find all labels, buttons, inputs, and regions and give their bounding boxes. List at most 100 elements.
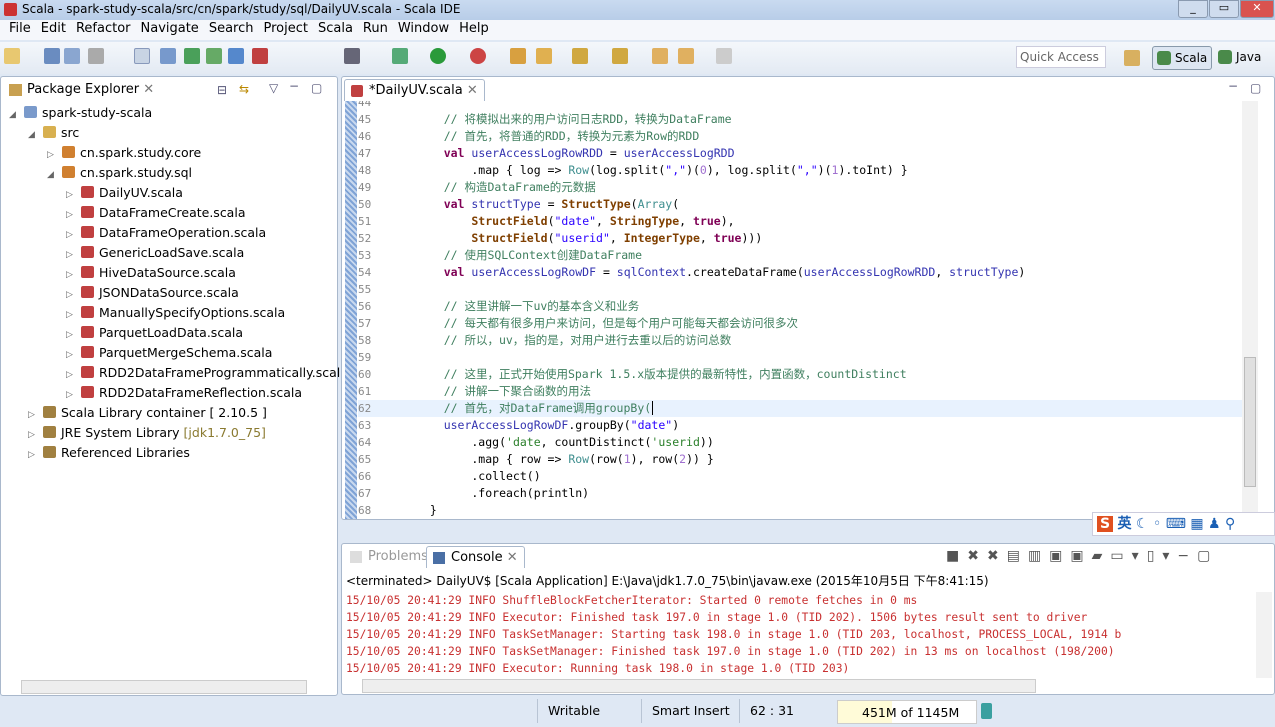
menu-edit[interactable]: Edit	[36, 20, 71, 40]
open-perspective-icon[interactable]	[1124, 50, 1140, 66]
close-button[interactable]: ✕	[1240, 0, 1274, 18]
tree-item[interactable]: ▷ JSONDataSource.scala	[1, 283, 337, 303]
maximize-console-icon[interactable]: ▢	[1197, 548, 1218, 564]
collapse-arrow-icon[interactable]: ◢	[47, 165, 59, 185]
horizontal-scrollbar[interactable]	[21, 680, 307, 694]
tree-item[interactable]: ▷ ParquetLoadData.scala	[1, 323, 337, 343]
code-area[interactable]: 44 45 // 将模拟出来的用户访问日志RDD，转换为DataFrame 46 /…	[342, 101, 1242, 519]
tree-item[interactable]: ▷ Referenced Libraries	[1, 443, 337, 463]
vertical-scrollbar[interactable]	[1242, 101, 1258, 519]
code-line[interactable]: .foreach(println)	[416, 485, 589, 502]
close-tab-icon[interactable]: ✕	[507, 550, 518, 565]
terminate-icon[interactable]: ■	[946, 548, 967, 564]
code-line[interactable]: val userAccessLogRowDF = sqlContext.crea…	[416, 264, 1026, 281]
expand-arrow-icon[interactable]: ▷	[28, 445, 40, 465]
expand-arrow-icon[interactable]: ▷	[66, 285, 78, 305]
expand-arrow-icon[interactable]: ▷	[66, 345, 78, 365]
skip-breakpoints-icon[interactable]	[344, 48, 360, 64]
heap-status[interactable]: 451M of 1145M	[837, 700, 977, 724]
last-edit-icon[interactable]	[652, 48, 668, 64]
expand-arrow-icon[interactable]: ▷	[66, 265, 78, 285]
expand-arrow-icon[interactable]: ▷	[66, 185, 78, 205]
insert-mode-status[interactable]: Smart Insert	[652, 703, 730, 718]
code-line[interactable]: .collect()	[416, 468, 540, 485]
tree-item[interactable]: ▷ ManuallySpecifyOptions.scala	[1, 303, 337, 323]
layout-icon[interactable]	[160, 48, 176, 64]
code-line[interactable]: userAccessLogRowDF.groupBy("date")	[416, 417, 679, 434]
code-line[interactable]: val userAccessLogRowRDD = userAccessLogR…	[416, 145, 735, 162]
console-horizontal-scrollbar[interactable]	[362, 679, 1036, 693]
expand-arrow-icon[interactable]: ▷	[28, 405, 40, 425]
tab-dailyuv-scala[interactable]: *DailyUV.scala ✕	[344, 79, 485, 101]
tree-item[interactable]: ▷ GenericLoadSave.scala	[1, 243, 337, 263]
new-object-icon[interactable]	[228, 48, 244, 64]
run-icon[interactable]	[430, 48, 446, 64]
console-output[interactable]: 15/10/05 20:41:29 INFO ShuffleBlockFetch…	[346, 592, 1121, 677]
minimize-editor-icon[interactable]: −	[1228, 79, 1238, 93]
expand-arrow-icon[interactable]: ▷	[66, 225, 78, 245]
expand-arrow-icon[interactable]: ▷	[28, 425, 40, 445]
pin-console-icon[interactable]: ▰	[1092, 548, 1111, 564]
print-icon[interactable]	[88, 48, 104, 64]
tree-item[interactable]: ▷ DailyUV.scala	[1, 183, 337, 203]
code-line[interactable]: // 这里讲解一下uv的基本含义和业务	[416, 298, 640, 315]
next-annotation-icon[interactable]	[572, 48, 588, 64]
menu-scala[interactable]: Scala	[313, 20, 358, 40]
code-line[interactable]: }	[416, 502, 437, 519]
tree-item[interactable]: ▷ Scala Library container [ 2.10.5 ]	[1, 403, 337, 423]
tree-item[interactable]: ▷ cn.spark.study.core	[1, 143, 337, 163]
clear-console-icon[interactable]: ▤	[1007, 548, 1028, 564]
new-icon[interactable]	[4, 48, 20, 64]
code-line[interactable]: // 将模拟出来的用户访问日志RDD，转换为DataFrame	[416, 111, 732, 128]
minimize-view-icon[interactable]: −	[289, 79, 299, 93]
garbage-collect-icon[interactable]	[981, 703, 992, 719]
tree-item[interactable]: ▷ JRE System Library [jdk1.7.0_75]	[1, 423, 337, 443]
expand-arrow-icon[interactable]: ▷	[66, 325, 78, 345]
tab-console[interactable]: Console ✕	[426, 546, 525, 568]
ime-mode[interactable]: 英	[1118, 516, 1132, 532]
menu-search[interactable]: Search	[204, 20, 259, 40]
menu-run[interactable]: Run	[358, 20, 393, 40]
maximize-view-icon[interactable]: ▢	[311, 81, 322, 95]
expand-arrow-icon[interactable]: ▷	[66, 305, 78, 325]
menu-help[interactable]: Help	[454, 20, 494, 40]
maximize-button[interactable]: ▭	[1209, 0, 1239, 18]
collapse-arrow-icon[interactable]: ◢	[9, 105, 21, 125]
forward-icon[interactable]	[716, 48, 732, 64]
link-editor-icon[interactable]: ⇆	[239, 82, 249, 96]
menu-project[interactable]: Project	[258, 20, 312, 40]
close-tab-icon[interactable]: ✕	[467, 83, 478, 98]
close-tab-icon[interactable]: ✕	[143, 82, 154, 97]
ime-toolbar[interactable]: S 英 ☾ ◦ ⌨ ▦ ♟ ⚲	[1092, 512, 1275, 536]
remove-all-icon[interactable]: ✖	[987, 548, 1007, 564]
console-vertical-scrollbar[interactable]	[1256, 592, 1272, 678]
expand-arrow-icon[interactable]: ▷	[66, 365, 78, 385]
save-icon[interactable]	[44, 48, 60, 64]
new-class-icon[interactable]	[206, 48, 222, 64]
display-console-icon[interactable]: ▭▾	[1110, 548, 1146, 564]
code-line[interactable]: .map { row => Row(row(1), row(2)) }	[416, 451, 713, 468]
tree-item[interactable]: ▷ DataFrameOperation.scala	[1, 223, 337, 243]
code-line[interactable]: // 这里，正式开始使用Spark 1.5.x版本提供的最新特性，内置函数，co…	[416, 366, 907, 383]
expand-arrow-icon[interactable]: ▷	[66, 385, 78, 405]
code-line[interactable]: // 首先，对DataFrame调用groupBy(​	[416, 400, 654, 417]
open-console-icon[interactable]: ▯▾	[1147, 548, 1178, 564]
save-all-icon[interactable]	[64, 48, 80, 64]
code-line[interactable]: // 讲解一下聚合函数的用法	[416, 383, 591, 400]
open-type-icon[interactable]	[510, 48, 526, 64]
new-scala-icon[interactable]	[184, 48, 200, 64]
search-icon[interactable]	[536, 48, 552, 64]
code-line[interactable]: StructField("userid", IntegerType, true)…	[416, 230, 762, 247]
code-line[interactable]: // 每天都有很多用户来访问，但是每个用户可能每天都会访问很多次	[416, 315, 798, 332]
tree-item[interactable]: ◢ cn.spark.study.sql	[1, 163, 337, 183]
debug-icon[interactable]	[392, 48, 408, 64]
collapse-arrow-icon[interactable]: ◢	[28, 125, 40, 145]
collapse-all-icon[interactable]: ⊟	[217, 83, 227, 97]
view-menu-icon[interactable]: ▽	[269, 81, 278, 95]
code-line[interactable]: // 使用SQLContext创建DataFrame	[416, 247, 642, 264]
tree-item[interactable]: ▷ RDD2DataFrameProgrammatically.scala	[1, 363, 348, 385]
code-line[interactable]: // 所以，uv，指的是，对用户进行去重以后的访问总数	[416, 332, 732, 349]
moon-icon[interactable]: ☾ ◦ ⌨ ▦ ♟ ⚲	[1136, 516, 1235, 532]
perspective-java[interactable]: Java	[1214, 46, 1274, 70]
menu-window[interactable]: Window	[393, 20, 454, 40]
